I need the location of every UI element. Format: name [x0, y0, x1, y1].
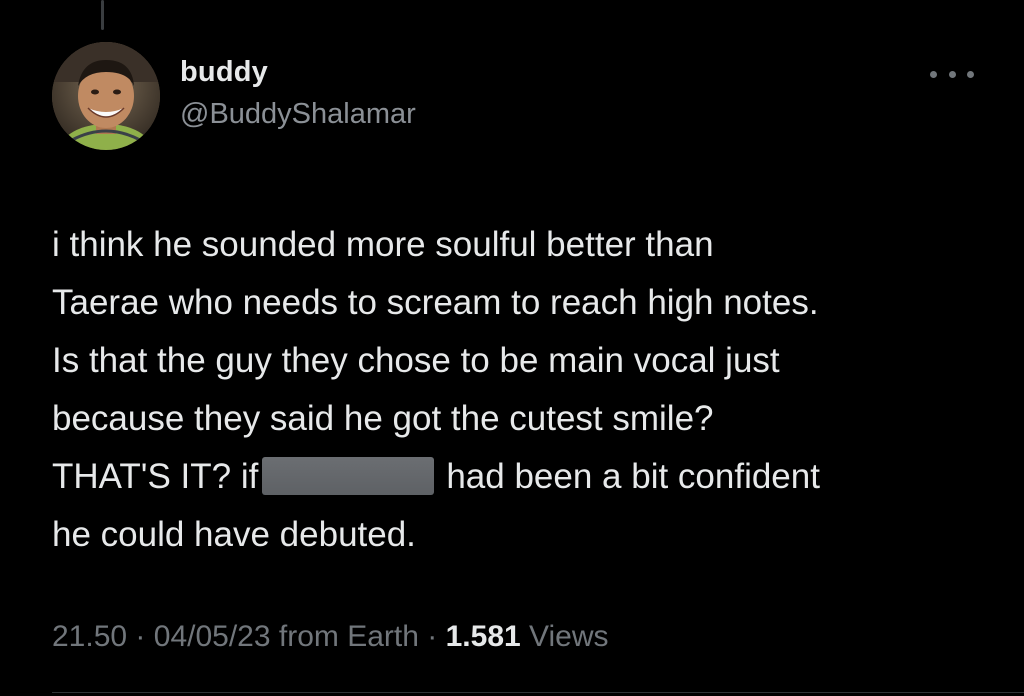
meta-separator: · [427, 620, 438, 653]
tweet-meta: 21.50 · 04/05/23 from Earth · 1.581 View… [52, 620, 609, 654]
tweet-line: Is that the guy they chose to be main vo… [52, 341, 780, 380]
tweet-text: i think he sounded more soulful better t… [52, 216, 992, 564]
views-count[interactable]: 1.581 [446, 620, 521, 653]
tweet-line: Taerae who needs to scream to reach high… [52, 283, 819, 322]
tweet-date[interactable]: 04/05/23 [154, 620, 271, 653]
meta-separator: · [135, 620, 146, 653]
more-dot [967, 70, 974, 78]
tweet-time[interactable]: 21.50 [52, 620, 127, 653]
author-handle[interactable]: @BuddyShalamar [180, 98, 416, 131]
redacted-name-block [262, 457, 435, 495]
tweet-line: i think he sounded more soulful better t… [52, 225, 714, 264]
more-dot [948, 70, 956, 78]
author-display-name[interactable]: buddy [180, 56, 268, 89]
tweet-source: from Earth [278, 620, 419, 653]
author-avatar[interactable] [52, 42, 160, 150]
avatar-photo-icon [52, 42, 160, 150]
thread-connector-line [101, 0, 104, 30]
more-dot [930, 70, 937, 78]
divider [52, 692, 1024, 693]
tweet-line: because they said he got the cutest smil… [52, 399, 714, 438]
tweet-line-fragment: THAT'S IT? if [52, 457, 259, 496]
views-label: Views [529, 620, 609, 653]
tweet-line: he could have debuted. [52, 515, 416, 554]
tweet-line: THAT'S IT? if had been a bit confident [52, 448, 992, 506]
tweet-line-fragment: had been a bit confident [446, 457, 820, 496]
more-options-icon[interactable] [930, 62, 974, 86]
